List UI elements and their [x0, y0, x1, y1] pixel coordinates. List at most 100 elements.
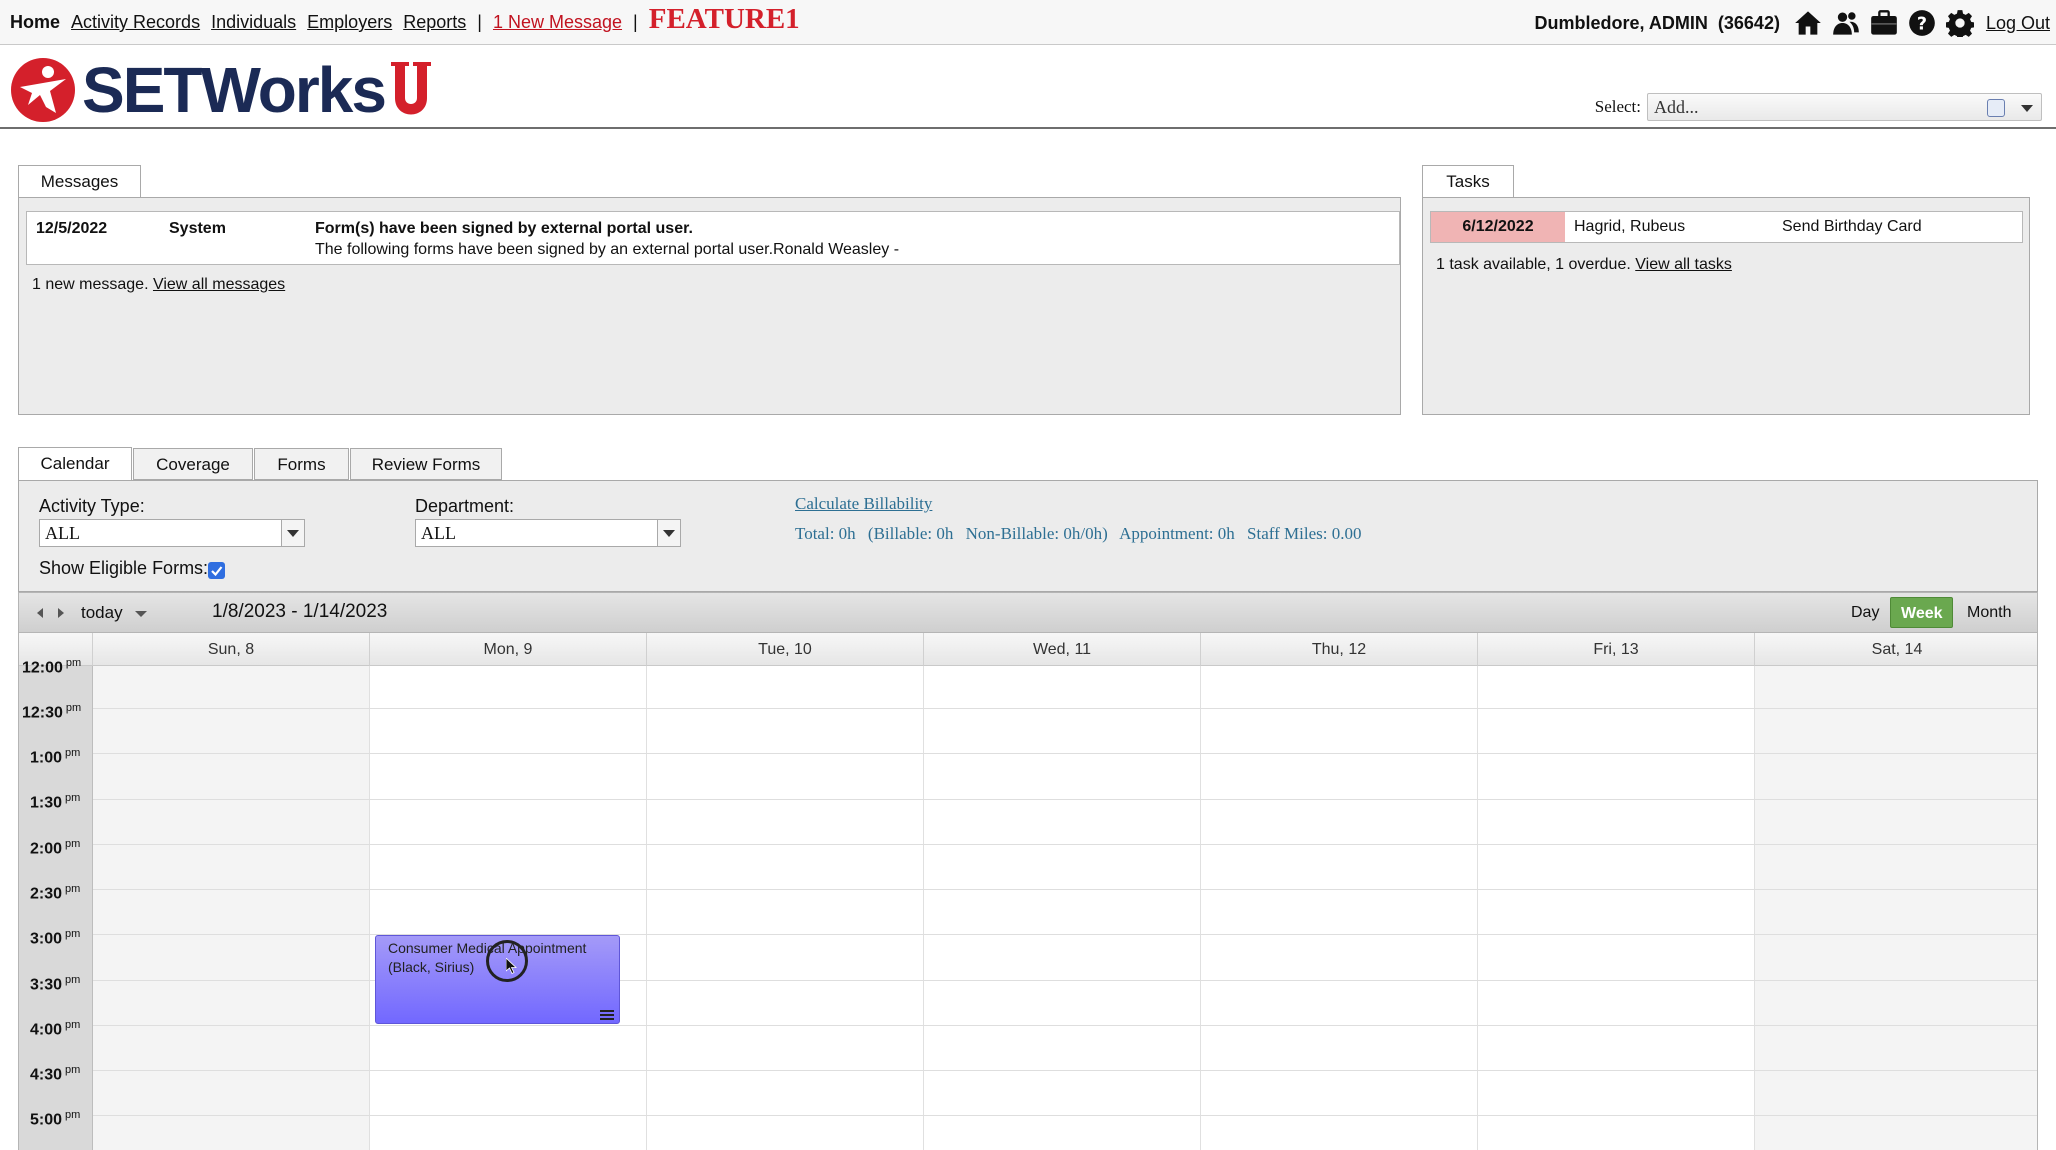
calendar-toolbar: today 1/8/2023 - 1/14/2023 Day Week Mont…	[18, 592, 2038, 633]
help-icon[interactable]: ?	[1908, 9, 1936, 37]
view-all-tasks-link[interactable]: View all tasks	[1635, 256, 1732, 273]
app-header: SETWorks Select: Add...	[0, 45, 2056, 129]
time-label-400: 4:00 pm	[30, 1019, 81, 1039]
staff-miles: Staff Miles: 0.00	[1247, 524, 1362, 543]
quick-add-placeholder: Add...	[1654, 97, 1699, 117]
time-label-130: 1:30 pm	[30, 792, 81, 812]
mouse-cursor-icon	[486, 940, 528, 982]
today-button[interactable]: today	[81, 603, 123, 623]
gear-icon[interactable]	[1945, 9, 1974, 37]
day-header-wed[interactable]: Wed, 11	[924, 633, 1201, 666]
day-column-fri[interactable]	[1478, 666, 1755, 1150]
day-column-tue[interactable]	[647, 666, 924, 1150]
calendar-filters: Activity Type: ALL Department: ALL Show …	[18, 480, 2038, 592]
time-label-230: 2:30 pm	[30, 883, 81, 903]
message-subject: Form(s) have been signed by external por…	[315, 220, 693, 237]
messages-panel: 12/5/2022 System Form(s) have been signe…	[18, 197, 1401, 415]
day-header-mon[interactable]: Mon, 9	[370, 633, 647, 666]
logout-link[interactable]: Log Out	[1986, 13, 2050, 34]
slot-line	[93, 1025, 2037, 1026]
view-week-button[interactable]: Week	[1890, 597, 1953, 628]
slot-line	[93, 889, 2037, 890]
task-row[interactable]: 6/12/2022 Hagrid, Rubeus Send Birthday C…	[1430, 211, 2023, 243]
nav-activity-records[interactable]: Activity Records	[71, 12, 200, 33]
tab-forms[interactable]: Forms	[254, 448, 349, 480]
day-header-sun[interactable]: Sun, 8	[93, 633, 370, 666]
appointment-hours: Appointment: 0h	[1119, 524, 1235, 543]
slot-line	[93, 844, 2037, 845]
day-column-thu[interactable]	[1201, 666, 1478, 1150]
current-user: Dumbledore, ADMIN (36642)	[1534, 12, 1780, 33]
tab-coverage[interactable]: Coverage	[133, 448, 253, 480]
day-header-tue[interactable]: Tue, 10	[647, 633, 924, 666]
chevron-down-icon[interactable]	[135, 611, 147, 617]
slot-line	[93, 1115, 2037, 1116]
message-sender: System	[169, 220, 226, 237]
setworks-logo[interactable]: SETWorks	[10, 57, 433, 123]
day-header-fri[interactable]: Fri, 13	[1478, 633, 1755, 666]
task-title: Send Birthday Card	[1782, 218, 1922, 235]
activity-type-select[interactable]: ALL	[39, 519, 305, 547]
time-label-1200: 12:00 pm	[22, 657, 82, 677]
logo-text: SETWorks	[82, 54, 387, 126]
resize-handle-icon[interactable]	[600, 1010, 614, 1020]
quick-add-select: Select: Add...	[1595, 93, 2042, 121]
nav-employers[interactable]: Employers	[307, 12, 392, 33]
activity-type-label: Activity Type:	[39, 496, 145, 516]
message-row[interactable]: 12/5/2022 System Form(s) have been signe…	[26, 211, 1400, 265]
day-column-sat[interactable]	[1755, 666, 2037, 1150]
view-month-button[interactable]: Month	[1957, 597, 2021, 628]
next-week-icon[interactable]	[58, 608, 64, 618]
tab-messages[interactable]: Messages	[18, 165, 141, 198]
messages-summary: 1 new message. View all messages	[32, 276, 286, 293]
eligible-forms-checkbox[interactable]	[208, 562, 225, 579]
nav-separator: |	[477, 12, 482, 32]
view-day-button[interactable]: Day	[1841, 597, 1889, 628]
add-item-icon	[1987, 99, 2005, 117]
tab-calendar[interactable]: Calendar	[18, 447, 132, 480]
tab-tasks[interactable]: Tasks	[1422, 165, 1514, 198]
view-all-messages-link[interactable]: View all messages	[153, 276, 285, 293]
calculate-billability-link[interactable]: Calculate Billability	[795, 494, 932, 513]
prev-week-icon[interactable]	[37, 608, 43, 618]
time-gutter: 12:00 pm 12:30 pm 1:00 pm 1:30 pm 2:00 pm 2:3…	[19, 657, 93, 1150]
date-range: 1/8/2023 - 1/14/2023	[212, 601, 388, 622]
time-label-330: 3:30 pm	[30, 974, 81, 994]
main-menu: Home Activity Records Individuals Employ…	[10, 3, 800, 35]
slot-line	[93, 1070, 2037, 1071]
time-label-300: 3:00 pm	[30, 928, 81, 948]
chevron-down-icon[interactable]	[281, 520, 304, 546]
day-column-wed[interactable]	[924, 666, 1201, 1150]
time-label-430: 4:30 pm	[30, 1064, 81, 1084]
quick-add-dropdown[interactable]: Add...	[1647, 93, 2042, 121]
nav-individuals[interactable]: Individuals	[211, 12, 296, 33]
time-label-200: 2:00 pm	[30, 838, 81, 858]
message-date: 12/5/2022	[36, 220, 108, 237]
people-icon[interactable]	[1832, 9, 1860, 37]
chevron-down-icon	[2021, 105, 2033, 112]
total-hours: Total: 0h	[795, 524, 856, 543]
billable-hours: (Billable: 0h	[867, 524, 954, 543]
day-column-sun[interactable]	[93, 666, 370, 1150]
task-date-overdue: 6/12/2022	[1431, 212, 1565, 242]
nav-separator-2: |	[633, 12, 638, 32]
slot-line	[93, 799, 2037, 800]
briefcase-icon[interactable]	[1870, 9, 1898, 37]
day-header-thu[interactable]: Thu, 12	[1201, 633, 1478, 666]
department-select[interactable]: ALL	[415, 519, 681, 547]
nav-new-message[interactable]: 1 New Message	[493, 12, 622, 33]
tab-review-forms[interactable]: Review Forms	[350, 448, 502, 480]
chevron-down-icon[interactable]	[657, 520, 680, 546]
nav-reports[interactable]: Reports	[403, 12, 466, 33]
day-header-sat[interactable]: Sat, 14	[1755, 633, 2037, 666]
time-label-100: 1:00 pm	[30, 747, 81, 767]
home-icon[interactable]	[1794, 9, 1822, 37]
feature-tag: FEATURE1	[648, 3, 800, 35]
time-label-1230: 12:30 pm	[22, 702, 82, 722]
top-navigation: Home Activity Records Individuals Employ…	[0, 0, 2056, 45]
logo-mark-icon	[11, 58, 75, 122]
svg-text:?: ?	[1917, 14, 1927, 34]
day-column-mon[interactable]	[370, 666, 647, 1150]
nav-home[interactable]: Home	[10, 12, 60, 33]
slot-line	[93, 708, 2037, 709]
